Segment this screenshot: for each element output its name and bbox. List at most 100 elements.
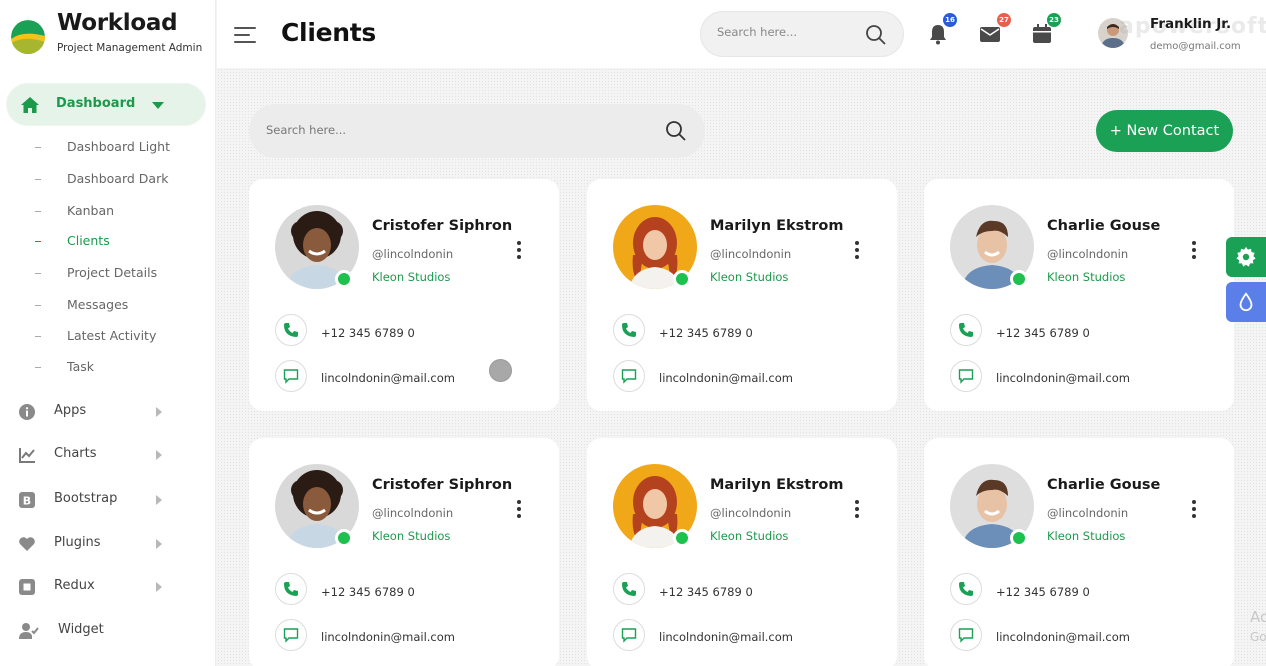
more-options-icon[interactable] xyxy=(851,500,863,520)
chat-icon xyxy=(283,628,299,643)
online-status-dot xyxy=(1010,270,1028,288)
call-button[interactable] xyxy=(613,314,645,346)
sidebar-subitem-messages[interactable]: Messages xyxy=(35,297,128,317)
brand-logo-icon xyxy=(11,20,45,54)
theme-button[interactable] xyxy=(1226,282,1266,322)
client-handle: @lincolndonin xyxy=(1047,247,1129,261)
message-button[interactable] xyxy=(275,619,307,651)
sidebar-subitem-dashboard-dark[interactable]: Dashboard Dark xyxy=(35,171,168,191)
sidebar-subitem-label: Kanban xyxy=(67,203,115,218)
search-icon[interactable] xyxy=(865,24,887,46)
online-status-dot xyxy=(673,270,691,288)
client-card[interactable]: Cristofer Siphron @lincolndonin Kleon Stud… xyxy=(249,179,559,411)
sidebar-subitem-label: Dashboard Light xyxy=(67,139,170,154)
user-name[interactable]: Franklin Jr. xyxy=(1150,16,1231,32)
call-button[interactable] xyxy=(275,573,307,605)
call-button[interactable] xyxy=(950,314,982,346)
settings-button[interactable] xyxy=(1226,237,1266,277)
sidebar-subitem-clients[interactable]: Clients xyxy=(35,233,110,253)
client-card[interactable]: Marilyn Ekstrom @lincolndonin Kleon Studio… xyxy=(587,438,897,666)
calendar-button[interactable]: 23 xyxy=(1030,13,1061,46)
more-options-icon[interactable] xyxy=(513,500,525,520)
call-button[interactable] xyxy=(275,314,307,346)
client-handle: @lincolndonin xyxy=(710,247,792,261)
client-name[interactable]: Charlie Gouse xyxy=(1047,218,1160,234)
more-options-icon[interactable] xyxy=(1188,241,1200,261)
message-button[interactable] xyxy=(613,360,645,392)
clients-search-input[interactable] xyxy=(266,123,646,137)
message-button[interactable] xyxy=(275,360,307,392)
messages-button[interactable]: 27 xyxy=(978,13,1011,46)
notification-badge: 16 xyxy=(943,13,957,27)
client-email[interactable]: lincolndonin@mail.com xyxy=(321,630,455,644)
chat-icon xyxy=(958,628,974,643)
sidebar-item-dashboard[interactable]: Dashboard xyxy=(6,83,206,126)
clients-search xyxy=(249,104,705,158)
client-phone: +12 345 6789 0 xyxy=(321,326,415,340)
client-email[interactable]: lincolndonin@mail.com xyxy=(996,371,1130,385)
messages-badge: 27 xyxy=(997,13,1011,27)
chevron-right-icon xyxy=(156,450,162,460)
menu-icon[interactable] xyxy=(234,27,256,45)
activate-windows-subtext: Go xyxy=(1250,630,1266,644)
phone-icon xyxy=(622,323,636,337)
client-name[interactable]: Marilyn Ekstrom xyxy=(710,218,843,234)
sidebar-item-redux[interactable]: Redux xyxy=(18,575,168,599)
client-email[interactable]: lincolndonin@mail.com xyxy=(659,630,793,644)
client-name[interactable]: Charlie Gouse xyxy=(1047,477,1160,493)
client-phone: +12 345 6789 0 xyxy=(996,585,1090,599)
user-email: demo@gmail.com xyxy=(1150,41,1241,52)
sidebar-item-label: Redux xyxy=(54,578,95,593)
droplet-icon xyxy=(1239,292,1253,312)
client-company: Kleon Studios xyxy=(372,270,451,284)
sidebar-item-bootstrap[interactable]: B Bootstrap xyxy=(18,488,168,512)
message-button[interactable] xyxy=(950,360,982,392)
call-button[interactable] xyxy=(613,573,645,605)
message-button[interactable] xyxy=(950,619,982,651)
more-options-icon[interactable] xyxy=(1188,500,1200,520)
sidebar-subitem-task[interactable]: Task xyxy=(35,359,94,379)
svg-text:B: B xyxy=(23,495,31,508)
client-email[interactable]: lincolndonin@mail.com xyxy=(321,371,455,385)
client-handle: @lincolndonin xyxy=(710,506,792,520)
header-search-input[interactable] xyxy=(717,25,857,39)
new-contact-button[interactable]: + New Contact xyxy=(1096,110,1233,152)
client-card[interactable]: Charlie Gouse @lincolndonin Kleon Studios +… xyxy=(924,438,1234,666)
sidebar-item-apps[interactable]: Apps xyxy=(18,400,168,424)
client-card[interactable]: Marilyn Ekstrom @lincolndonin Kleon Studio… xyxy=(587,179,897,411)
more-options-icon[interactable] xyxy=(513,241,525,261)
brand-title: Workload xyxy=(57,10,178,36)
client-email[interactable]: lincolndonin@mail.com xyxy=(996,630,1130,644)
sidebar-subitem-label: Latest Activity xyxy=(67,328,157,343)
client-email[interactable]: lincolndonin@mail.com xyxy=(659,371,793,385)
dash-icon xyxy=(35,179,41,180)
more-options-icon[interactable] xyxy=(851,241,863,261)
brand[interactable]: Workload Project Management Admin xyxy=(11,10,211,60)
sidebar-item-charts[interactable]: Charts xyxy=(18,443,168,467)
client-name[interactable]: Cristofer Siphron xyxy=(372,218,512,234)
sidebar-item-plugins[interactable]: Plugins xyxy=(18,532,168,556)
client-card[interactable]: Cristofer Siphron @lincolndonin Kleon Stud… xyxy=(249,438,559,666)
user-avatar[interactable] xyxy=(1098,18,1128,48)
message-button[interactable] xyxy=(613,619,645,651)
client-name[interactable]: Marilyn Ekstrom xyxy=(710,477,843,493)
chart-icon xyxy=(19,448,35,463)
client-name[interactable]: Cristofer Siphron xyxy=(372,477,512,493)
chevron-right-icon xyxy=(156,495,162,505)
search-icon[interactable] xyxy=(665,120,687,142)
home-icon xyxy=(21,97,39,113)
sidebar-subitem-dashboard-light[interactable]: Dashboard Light xyxy=(35,139,170,159)
notification-button[interactable]: 16 xyxy=(926,13,957,46)
call-button[interactable] xyxy=(950,573,982,605)
sidebar-subitem-label: Project Details xyxy=(67,265,158,280)
sidebar-item-label: Plugins xyxy=(54,535,101,550)
client-company: Kleon Studios xyxy=(1047,270,1126,284)
chat-icon xyxy=(621,369,637,384)
chevron-down-icon xyxy=(152,102,164,109)
sidebar-subitem-project-details[interactable]: Project Details xyxy=(35,265,157,285)
client-card[interactable]: Charlie Gouse @lincolndonin Kleon Studios +… xyxy=(924,179,1234,411)
sidebar-subitem-kanban[interactable]: Kanban xyxy=(35,203,114,223)
sidebar-subitem-latest-activity[interactable]: Latest Activity xyxy=(35,328,156,348)
header-search xyxy=(700,11,904,57)
sidebar-item-widget[interactable]: Widget xyxy=(18,619,168,643)
